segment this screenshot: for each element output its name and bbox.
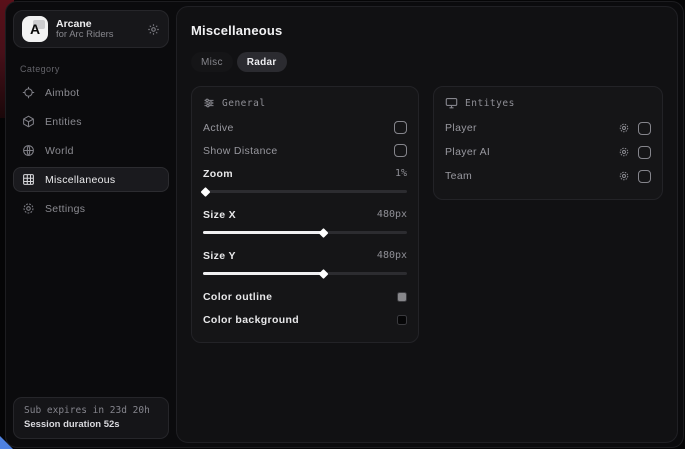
- sidebar-item-label: Entities: [45, 116, 82, 128]
- size-y-slider[interactable]: [203, 269, 407, 278]
- app-title: Arcane: [56, 18, 139, 30]
- show-distance-label: Show Distance: [203, 145, 278, 157]
- player-ai-label: Player AI: [445, 146, 490, 158]
- player-label: Player: [445, 122, 477, 134]
- gear-icon: [22, 202, 35, 215]
- monitor-icon: [445, 97, 458, 109]
- zoom-slider-block: [203, 186, 407, 202]
- general-card-title: General: [222, 98, 266, 109]
- size-y-value: 480px: [377, 250, 407, 261]
- size-x-slider-track: [203, 231, 407, 234]
- logo-letter: A: [30, 21, 40, 37]
- globe-icon: [22, 144, 35, 157]
- entities-card-title: Entityes: [465, 98, 515, 109]
- zoom-slider-fill: [203, 190, 205, 193]
- player-row: Player: [445, 117, 651, 139]
- subscription-card: Sub expires in 23d 20h Session duration …: [13, 397, 169, 439]
- color-background-label: Color background: [203, 314, 299, 326]
- size-y-slider-block: [203, 268, 407, 284]
- team-label: Team: [445, 170, 472, 182]
- size-x-label: Size X: [203, 209, 236, 221]
- general-card: General Active Show Distance Zoom 1%: [191, 86, 419, 343]
- size-y-slider-track: [203, 272, 407, 275]
- app-subtitle: for Arc Riders: [56, 30, 139, 41]
- tab-misc[interactable]: Misc: [191, 52, 233, 72]
- gear-icon[interactable]: [147, 23, 160, 36]
- crosshair-icon: [22, 86, 35, 99]
- general-card-header: General: [203, 97, 407, 109]
- size-x-slider[interactable]: [203, 228, 407, 237]
- grid-icon: [22, 173, 35, 186]
- team-gear-icon[interactable]: [618, 170, 630, 182]
- sidebar-item-label: Miscellaneous: [45, 174, 115, 186]
- player-ai-checkbox[interactable]: [638, 146, 651, 159]
- sliders-icon: [203, 97, 215, 109]
- app-window: A Arcane for Arc Riders Category: [5, 1, 684, 448]
- color-background-swatch[interactable]: [397, 315, 407, 325]
- sidebar-item-label: Aimbot: [45, 87, 79, 99]
- session-duration-text: Session duration 52s: [24, 419, 158, 430]
- active-checkbox[interactable]: [394, 121, 407, 134]
- team-row: Team: [445, 165, 651, 187]
- player-gear-icon[interactable]: [618, 122, 630, 134]
- tab-bar: Misc Radar: [191, 52, 663, 72]
- entities-card: Entityes Player Player AI: [433, 86, 663, 200]
- size-x-value: 480px: [377, 209, 407, 220]
- zoom-row: Zoom 1%: [203, 163, 407, 184]
- size-x-slider-block: [203, 227, 407, 243]
- sidebar-nav: Aimbot Entities World: [13, 80, 169, 221]
- cube-icon: [22, 115, 35, 128]
- sidebar-item-label: Settings: [45, 203, 85, 215]
- size-y-slider-fill: [203, 272, 323, 275]
- zoom-slider[interactable]: [203, 187, 407, 196]
- sidebar: A Arcane for Arc Riders Category: [6, 2, 176, 447]
- size-x-slider-fill: [203, 231, 323, 234]
- cards-row: General Active Show Distance Zoom 1%: [191, 86, 663, 343]
- size-x-slider-thumb[interactable]: [319, 228, 329, 238]
- player-ai-gear-icon[interactable]: [618, 146, 630, 158]
- size-x-row: Size X 480px: [203, 204, 407, 225]
- sidebar-item-world[interactable]: World: [13, 138, 169, 163]
- brand-card: A Arcane for Arc Riders: [13, 10, 169, 48]
- player-checkbox[interactable]: [638, 122, 651, 135]
- tab-radar[interactable]: Radar: [237, 52, 287, 72]
- sub-expires-text: Sub expires in 23d 20h: [24, 405, 158, 416]
- brand-text: Arcane for Arc Riders: [56, 18, 139, 41]
- sidebar-item-entities[interactable]: Entities: [13, 109, 169, 134]
- size-y-row: Size Y 480px: [203, 245, 407, 266]
- sidebar-item-aimbot[interactable]: Aimbot: [13, 80, 169, 105]
- team-checkbox[interactable]: [638, 170, 651, 183]
- color-outline-label: Color outline: [203, 291, 272, 303]
- color-outline-swatch[interactable]: [397, 292, 407, 302]
- active-row: Active: [203, 117, 407, 138]
- main-panel: Miscellaneous Misc Radar General: [176, 6, 678, 443]
- zoom-slider-thumb[interactable]: [201, 187, 211, 197]
- app-logo: A: [22, 16, 48, 42]
- page-title: Miscellaneous: [191, 23, 663, 38]
- active-label: Active: [203, 122, 234, 134]
- category-label: Category: [20, 64, 169, 74]
- sidebar-item-label: World: [45, 145, 74, 157]
- size-y-slider-thumb[interactable]: [319, 269, 329, 279]
- zoom-label: Zoom: [203, 168, 233, 180]
- sidebar-item-settings[interactable]: Settings: [13, 196, 169, 221]
- size-y-label: Size Y: [203, 250, 236, 262]
- color-background-row: Color background: [203, 309, 407, 330]
- color-outline-row: Color outline: [203, 286, 407, 307]
- show-distance-checkbox[interactable]: [394, 144, 407, 157]
- sidebar-item-miscellaneous[interactable]: Miscellaneous: [13, 167, 169, 192]
- show-distance-row: Show Distance: [203, 140, 407, 161]
- entities-card-header: Entityes: [445, 97, 651, 109]
- zoom-slider-track: [203, 190, 407, 193]
- player-ai-row: Player AI: [445, 141, 651, 163]
- zoom-value: 1%: [395, 168, 407, 179]
